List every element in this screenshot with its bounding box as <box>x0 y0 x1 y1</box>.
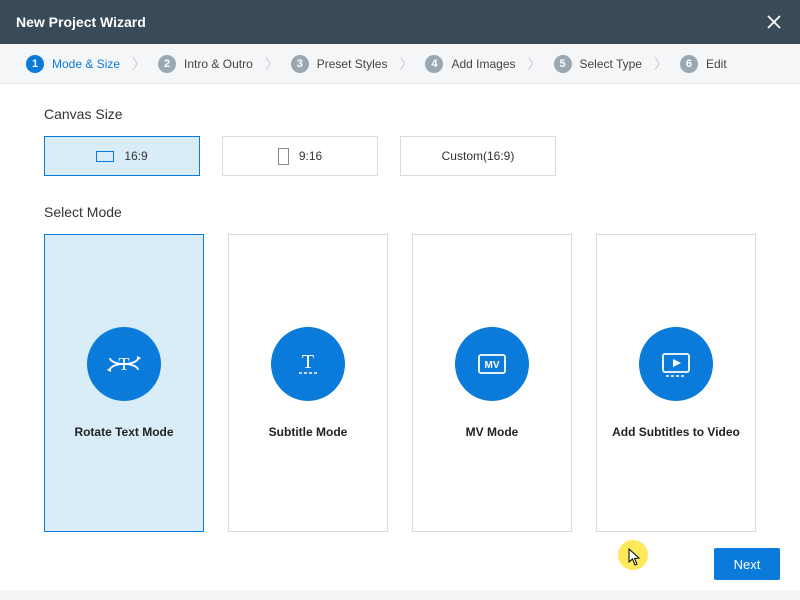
step-number: 1 <box>26 55 44 73</box>
aspect-wide-icon <box>96 151 114 162</box>
canvas-size-title: Canvas Size <box>44 106 756 122</box>
step-intro-outro[interactable]: 2 Intro & Outro <box>152 55 259 73</box>
canvas-option-9-16[interactable]: 9:16 <box>222 136 378 176</box>
aspect-tall-icon <box>278 148 289 165</box>
step-number: 2 <box>158 55 176 73</box>
mode-add-subtitles[interactable]: Add Subtitles to Video <box>596 234 756 532</box>
step-edit[interactable]: 6 Edit <box>674 55 733 73</box>
wizard-window: New Project Wizard 1 Mode & Size 〉 2 Int… <box>0 0 800 590</box>
step-number: 4 <box>425 55 443 73</box>
window-title: New Project Wizard <box>16 14 146 30</box>
mode-rotate-text[interactable]: T Rotate Text Mode <box>44 234 204 532</box>
close-icon[interactable] <box>764 12 784 32</box>
step-label: Preset Styles <box>317 57 388 71</box>
canvas-option-16-9[interactable]: 16:9 <box>44 136 200 176</box>
svg-text:MV: MV <box>485 360 500 371</box>
canvas-option-label: 9:16 <box>299 149 322 163</box>
rotate-text-icon: T <box>87 327 161 401</box>
chevron-right-icon: 〉 <box>397 54 415 74</box>
mv-icon: MV <box>455 327 529 401</box>
canvas-option-label: Custom(16:9) <box>442 149 515 163</box>
mode-label: Subtitle Mode <box>269 425 348 439</box>
mode-subtitle[interactable]: T Subtitle Mode <box>228 234 388 532</box>
step-add-images[interactable]: 4 Add Images <box>419 55 521 73</box>
svg-text:T: T <box>119 354 130 374</box>
step-number: 6 <box>680 55 698 73</box>
next-button[interactable]: Next <box>714 548 780 580</box>
canvas-options: 16:9 9:16 Custom(16:9) <box>44 136 756 176</box>
mode-cards: T Rotate Text Mode T Subtitle Mode <box>44 234 756 532</box>
canvas-option-custom[interactable]: Custom(16:9) <box>400 136 556 176</box>
step-label: Select Type <box>580 57 642 71</box>
canvas-option-label: 16:9 <box>124 149 147 163</box>
mode-label: MV Mode <box>466 425 519 439</box>
mode-mv[interactable]: MV MV Mode <box>412 234 572 532</box>
step-mode-size[interactable]: 1 Mode & Size <box>20 55 126 73</box>
step-label: Intro & Outro <box>184 57 253 71</box>
chevron-right-icon: 〉 <box>263 54 281 74</box>
mode-label: Add Subtitles to Video <box>612 425 740 439</box>
svg-text:T: T <box>302 351 314 373</box>
chevron-right-icon: 〉 <box>526 54 544 74</box>
titlebar: New Project Wizard <box>0 0 800 44</box>
footer: Next <box>714 548 780 580</box>
content-area: Canvas Size 16:9 9:16 Custom(16:9) Selec… <box>0 84 800 590</box>
mode-label: Rotate Text Mode <box>74 425 173 439</box>
step-number: 5 <box>554 55 572 73</box>
step-preset-styles[interactable]: 3 Preset Styles <box>285 55 394 73</box>
select-mode-title: Select Mode <box>44 204 756 220</box>
step-label: Add Images <box>451 57 515 71</box>
step-select-type[interactable]: 5 Select Type <box>548 55 648 73</box>
step-number: 3 <box>291 55 309 73</box>
stepper: 1 Mode & Size 〉 2 Intro & Outro 〉 3 Pres… <box>0 44 800 84</box>
add-subtitles-icon <box>639 327 713 401</box>
chevron-right-icon: 〉 <box>652 54 670 74</box>
step-label: Mode & Size <box>52 57 120 71</box>
subtitle-icon: T <box>271 327 345 401</box>
step-label: Edit <box>706 57 727 71</box>
chevron-right-icon: 〉 <box>130 54 148 74</box>
